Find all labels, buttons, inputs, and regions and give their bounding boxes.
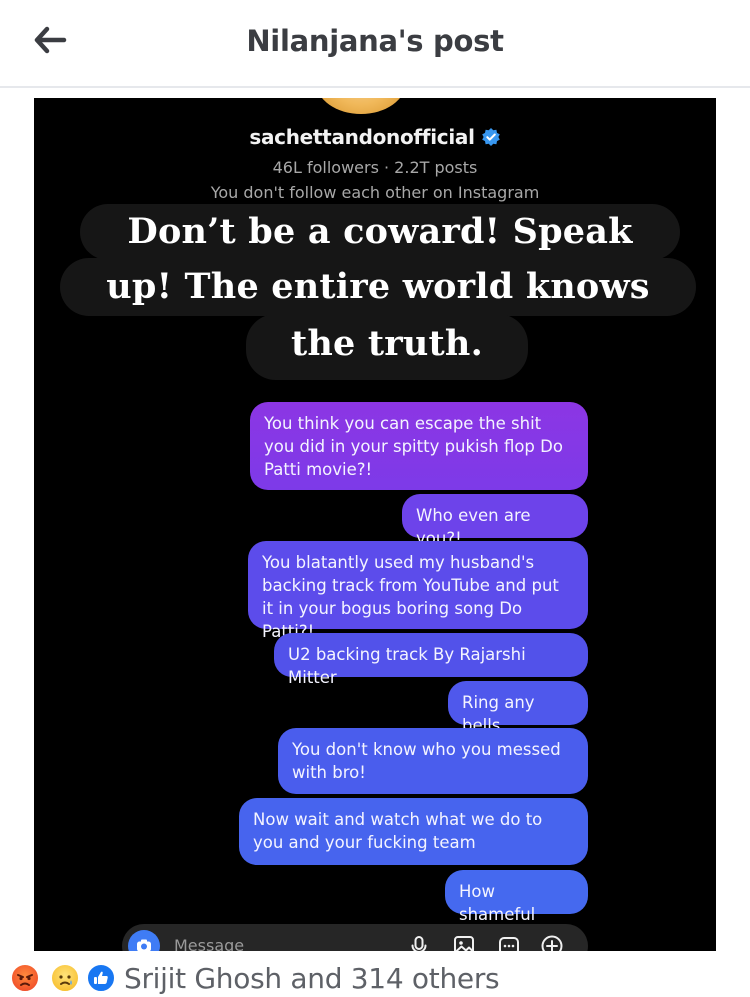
plus-icon[interactable] <box>540 934 564 951</box>
reactions-bar[interactable]: Srijit Ghosh and 314 others <box>0 951 750 997</box>
reactions-summary[interactable]: Srijit Ghosh and 314 others <box>124 962 500 995</box>
message-bubble[interactable]: Now wait and watch what we do to you and… <box>239 798 588 865</box>
angry-reaction-icon <box>10 963 40 993</box>
avatar <box>316 98 406 114</box>
overlay-text-line: the truth. <box>246 314 528 380</box>
message-bubble[interactable]: You blatantly used my husband's backing … <box>248 541 588 641</box>
sticker-icon[interactable] <box>497 934 521 951</box>
message-bubble[interactable]: Who even are you?! <box>402 494 588 548</box>
follow-status: You don't follow each other on Instagram <box>210 183 540 202</box>
post-image[interactable]: sachettandonofficial 46L followers · 2.2… <box>34 98 716 951</box>
gallery-icon[interactable] <box>452 934 476 951</box>
profile-name-row: sachettandonofficial <box>34 125 716 149</box>
overlay-text-line: Don’t be a coward! Speak <box>80 204 680 260</box>
like-reaction-icon <box>86 963 116 993</box>
top-bar: Nilanjana's post <box>0 0 750 88</box>
message-bubble[interactable]: How shameful <box>445 870 588 924</box>
message-bubble[interactable]: U2 backing track By Rajarshi Mitter <box>274 633 588 687</box>
profile-username: sachettandonofficial <box>249 125 475 149</box>
sad-reaction-icon <box>50 963 80 993</box>
mic-icon[interactable] <box>407 934 431 951</box>
camera-button[interactable] <box>128 930 160 951</box>
overlay-text-line: up! The entire world knows <box>60 258 696 316</box>
message-bubble[interactable]: Ring any bells <box>448 681 588 735</box>
page-title: Nilanjana's post <box>246 24 504 58</box>
message-composer[interactable]: Message <box>122 924 588 951</box>
verified-badge-icon <box>481 128 500 146</box>
message-bubble[interactable]: You don't know who you messed with bro! <box>278 728 588 794</box>
profile-stats: 46L followers · 2.2T posts <box>272 158 478 177</box>
message-bubble[interactable]: You think you can escape the shit you di… <box>250 402 588 490</box>
camera-icon <box>137 939 151 951</box>
message-input[interactable]: Message <box>174 936 244 951</box>
